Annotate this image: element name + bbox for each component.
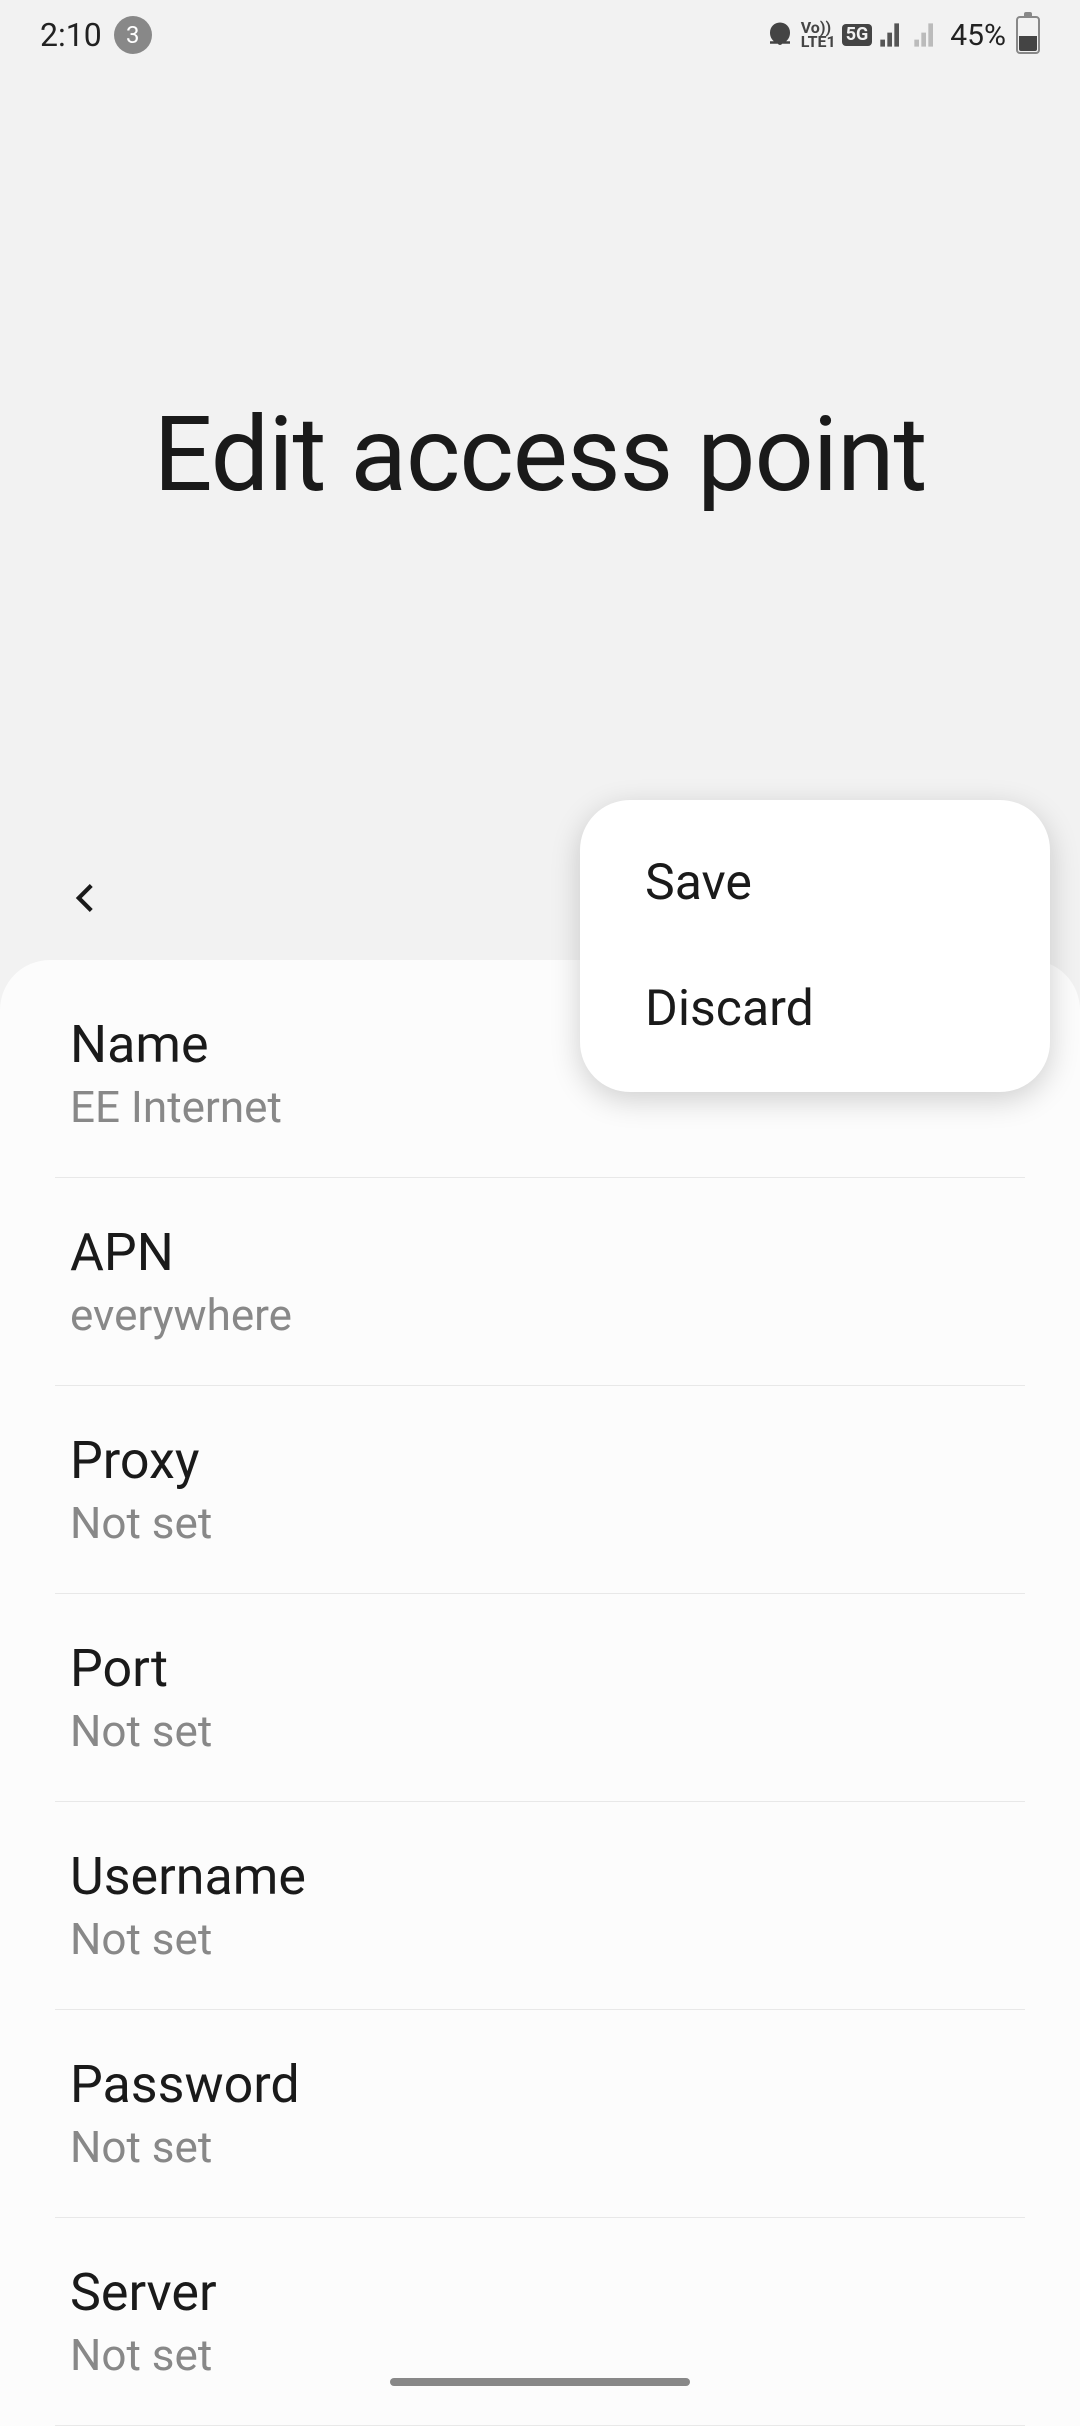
- battery-percent: 45%: [950, 18, 1006, 53]
- header-area: Edit access point: [0, 70, 1080, 840]
- setting-label: Proxy: [70, 1430, 1010, 1491]
- setting-row-password[interactable]: Password Not set: [0, 2010, 1080, 2217]
- status-time: 2:10: [40, 16, 102, 54]
- setting-row-proxy[interactable]: Proxy Not set: [0, 1386, 1080, 1593]
- setting-value: Not set: [70, 1913, 1010, 1965]
- setting-value: Not set: [70, 2329, 1010, 2381]
- battery-icon: [1016, 16, 1040, 54]
- setting-row-server[interactable]: Server Not set: [0, 2218, 1080, 2425]
- setting-row-port[interactable]: Port Not set: [0, 1594, 1080, 1801]
- status-bar: 2:10 3 Vo))LTE1 5G 45%: [0, 0, 1080, 70]
- overflow-menu: Save Discard: [580, 800, 1050, 1092]
- setting-value: everywhere: [70, 1289, 1010, 1341]
- page-title: Edit access point: [153, 395, 926, 516]
- setting-value: Not set: [70, 2121, 1010, 2173]
- chevron-left-icon: [60, 873, 110, 923]
- back-button[interactable]: [60, 873, 110, 927]
- setting-row-username[interactable]: Username Not set: [0, 1802, 1080, 2009]
- menu-item-save[interactable]: Save: [580, 820, 1050, 946]
- signal-icon-1: [878, 21, 906, 49]
- notification-badge: 3: [114, 16, 152, 54]
- volte-icon: Vo))LTE1: [801, 21, 836, 50]
- setting-value: Not set: [70, 1705, 1010, 1757]
- status-left: 2:10 3: [40, 16, 152, 54]
- 5g-icon: 5G: [842, 24, 873, 46]
- home-indicator[interactable]: [390, 2378, 690, 2386]
- status-right: Vo))LTE1 5G 45%: [765, 16, 1040, 54]
- setting-row-apn[interactable]: APN everywhere: [0, 1178, 1080, 1385]
- alarm-icon: [765, 20, 795, 50]
- status-icons: Vo))LTE1 5G: [765, 20, 941, 50]
- setting-label: Password: [70, 2054, 1010, 2115]
- signal-icon-2: [912, 21, 940, 49]
- setting-label: Port: [70, 1638, 1010, 1699]
- setting-label: Server: [70, 2262, 1010, 2323]
- setting-value: Not set: [70, 1497, 1010, 1549]
- settings-list[interactable]: Name EE Internet APN everywhere Proxy No…: [0, 960, 1080, 2426]
- setting-label: APN: [70, 1222, 1010, 1283]
- menu-item-discard[interactable]: Discard: [580, 946, 1050, 1072]
- setting-label: Username: [70, 1846, 1010, 1907]
